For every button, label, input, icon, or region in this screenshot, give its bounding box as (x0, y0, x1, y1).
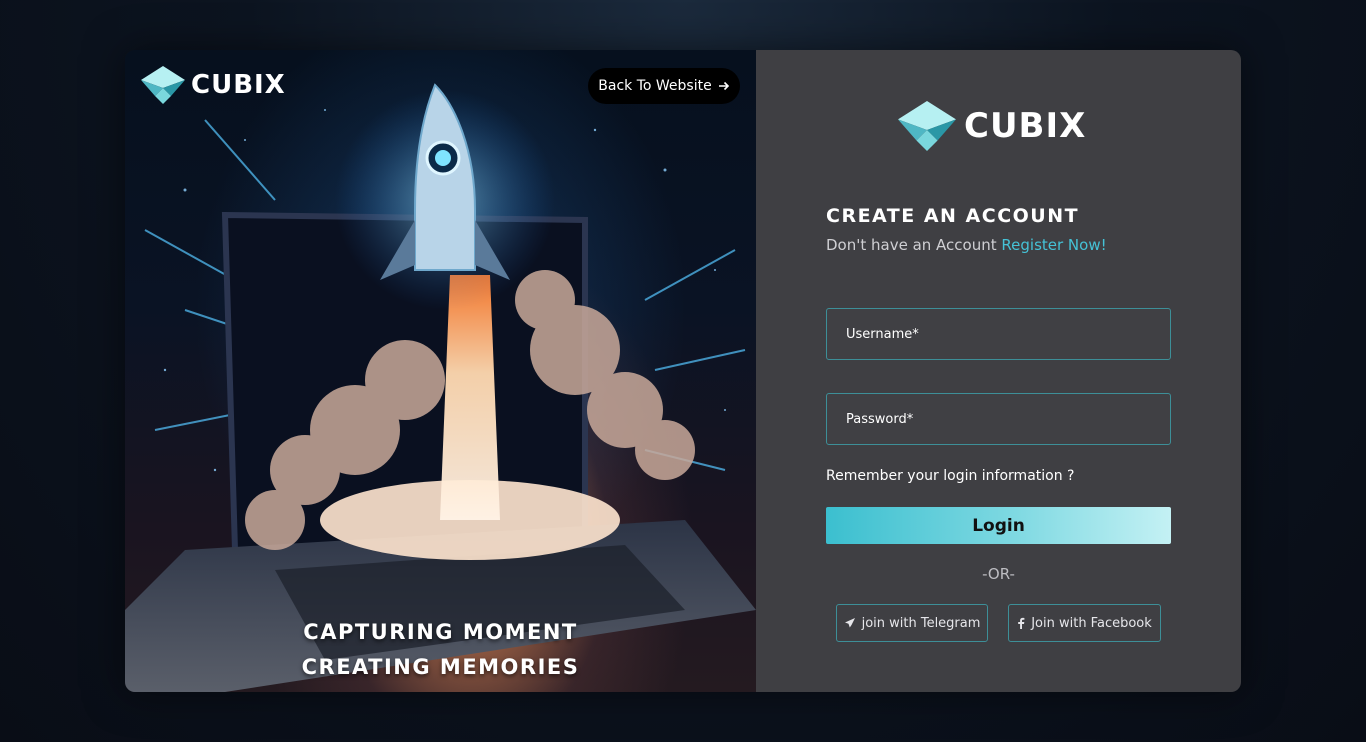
hero-brand-name: CUBIX (191, 70, 286, 100)
cubix-logo-icon (898, 100, 956, 152)
facebook-icon (1017, 617, 1025, 629)
telegram-label: join with Telegram (861, 615, 981, 631)
arrow-right-icon (718, 80, 730, 92)
form-heading: CREATE AN ACCOUNT (826, 205, 1080, 227)
hero-panel: CUBIX Back To Website CAPTURING MOMENT C… (125, 50, 756, 692)
username-input[interactable] (826, 308, 1171, 360)
form-brand-name: CUBIX (964, 106, 1087, 146)
register-prompt: Don't have an Account Register Now! (826, 236, 1107, 254)
password-input[interactable] (826, 393, 1171, 445)
rocket-laptop-illustration (125, 83, 756, 692)
back-button-label: Back To Website (598, 78, 712, 94)
facebook-label: Join with Facebook (1031, 615, 1152, 631)
tagline-line1: CAPTURING MOMENT (303, 620, 578, 644)
register-prompt-text: Don't have an Account (826, 236, 997, 254)
hero-logo[interactable]: CUBIX (141, 66, 286, 104)
login-card: CUBIX Back To Website CAPTURING MOMENT C… (125, 50, 1241, 692)
form-logo: CUBIX (898, 100, 1086, 152)
facebook-login-button[interactable]: Join with Facebook (1008, 604, 1161, 642)
login-button[interactable]: Login (826, 507, 1171, 544)
remember-login-link[interactable]: Remember your login information ? (826, 468, 1074, 484)
telegram-login-button[interactable]: join with Telegram (836, 604, 988, 642)
cubix-logo-icon (141, 66, 185, 104)
back-to-website-button[interactable]: Back To Website (588, 68, 740, 104)
register-now-link[interactable]: Register Now! (1001, 236, 1106, 254)
tagline-line2: CREATING MEMORIES (301, 655, 580, 679)
telegram-icon (844, 617, 856, 629)
login-form-panel: CUBIX CREATE AN ACCOUNT Don't have an Ac… (756, 50, 1241, 692)
or-divider: -OR- (982, 565, 1015, 583)
